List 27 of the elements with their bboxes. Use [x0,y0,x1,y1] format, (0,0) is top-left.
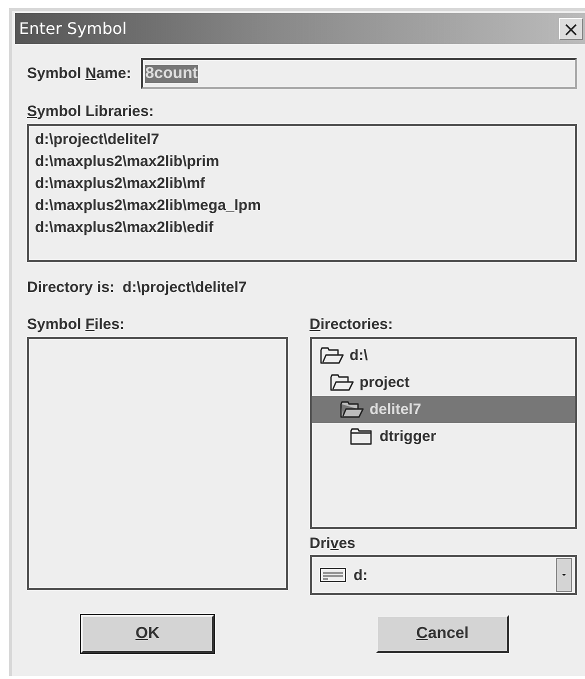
cancel-button[interactable]: Cancel [376,615,509,653]
field-label: Symbol Name: [27,65,132,82]
dropdown-value: d: [354,566,369,584]
section-label: Symbol Libraries: [27,103,155,120]
close-button[interactable]: × [559,18,583,40]
open-folder-icon [340,400,364,418]
list-item[interactable]: d:\maxplus2\max2lib\edif [35,217,569,239]
folder-icon [350,428,374,446]
directory-item[interactable]: project [312,369,575,396]
open-folder-icon [330,374,354,392]
list-item[interactable]: d:\project\delitel7 [35,129,569,151]
section-label: Symbol Files: [27,316,126,333]
directory-item[interactable]: dtrigger [312,423,575,450]
section-label: Directories: [310,316,394,333]
field-value: 8count [145,64,198,82]
directory-path: d:\project\delitel7 [122,279,247,296]
ok-button[interactable]: OK [81,615,214,653]
section-label: Drives [310,535,356,552]
directory-item[interactable]: d:\ [312,342,575,369]
directory-label: Directory is: [27,279,115,296]
drives-dropdown[interactable]: d: [310,555,577,595]
list-item[interactable]: d:\maxplus2\max2lib\mega_lpm [35,195,569,217]
list-item[interactable]: d:\maxplus2\max2lib\prim [35,151,569,173]
window-title: Enter Symbol [19,19,127,38]
list-item[interactable]: d:\maxplus2\max2lib\mf [35,173,569,195]
open-folder-icon [320,346,344,364]
drive-icon [320,568,346,582]
